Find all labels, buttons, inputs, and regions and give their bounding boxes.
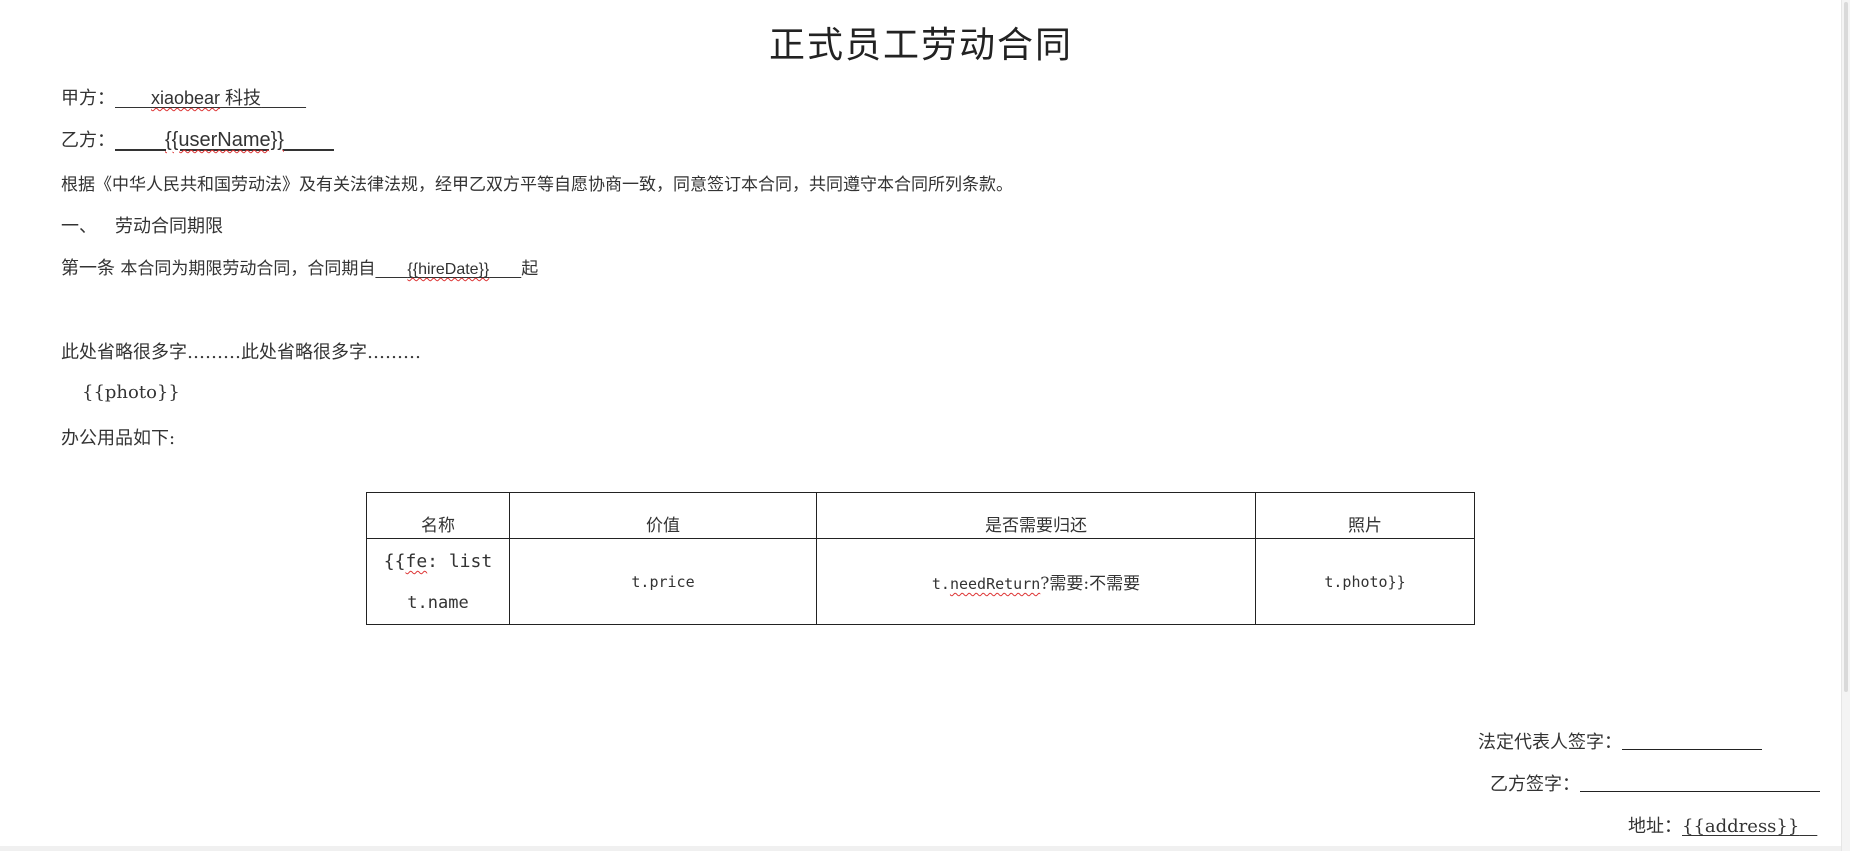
party-a-name: xiaobear — [151, 88, 221, 108]
legal-rep-signature: 法定代表人签字： — [1478, 728, 1762, 754]
address-field: {{address}} — [1682, 816, 1817, 837]
document-page: 正式员工劳动合同 甲方： xiaobear 科技 乙方： {{userName}… — [0, 0, 1842, 846]
party-b-var: {{userName}} — [165, 129, 284, 151]
legal-rep-blank — [1622, 731, 1762, 750]
hire-date-field: {{hireDate}} — [375, 261, 521, 278]
cell-name-line1: {{fe: list — [383, 551, 493, 572]
party-a-name-suffix: 科技 — [220, 88, 262, 108]
cell-need-return: t.needReturn?需要:不需要 — [816, 538, 1256, 625]
party-a-line: 甲方： xiaobear 科技 — [61, 84, 306, 110]
article-1-suffix: 起 — [521, 259, 539, 279]
party-b-signature: 乙方签字： — [1490, 770, 1820, 796]
header-name: 名称 — [366, 492, 510, 539]
cell-name-line2: t.name — [407, 593, 469, 613]
party-b-value: {{userName}} — [115, 129, 334, 151]
document-title: 正式员工劳动合同 — [768, 25, 1073, 66]
omitted-text: 此处省略很多字………此处省略很多字……… — [61, 342, 421, 363]
header-need-return: 是否需要归还 — [816, 492, 1256, 539]
address-line: 地址：{{address}} — [1628, 812, 1817, 838]
header-price: 价值 — [509, 492, 817, 539]
party-b-line: 乙方： {{userName}} — [61, 126, 334, 152]
legal-rep-label: 法定代表人签字： — [1478, 732, 1622, 753]
supplies-table: 名称 价值 是否需要归还 照片 {{fe: list t.name t.pric… — [366, 492, 1475, 625]
section-heading: 一、 劳动合同期限 — [61, 212, 223, 238]
party-b-sign-label: 乙方签字： — [1490, 774, 1580, 795]
page-bottom-edge — [0, 846, 1842, 851]
photo-placeholder: {{photo}} — [82, 382, 180, 403]
scrollbar-thumb[interactable] — [1844, 2, 1848, 692]
section-number: 一、 — [61, 216, 97, 237]
party-a-label: 甲方： — [61, 88, 115, 109]
vertical-scrollbar[interactable] — [1841, 0, 1850, 851]
article-1-text: 本合同为期限劳动合同，合同期自 — [115, 259, 376, 279]
cell-photo: t.photo}} — [1255, 538, 1475, 625]
supplies-intro: 办公用品如下: — [61, 428, 176, 449]
cell-name: {{fe: list t.name — [366, 538, 510, 625]
cell-price: t.price — [509, 538, 817, 625]
article-1-label: 第一条 — [61, 258, 115, 279]
address-label: 地址： — [1628, 816, 1682, 837]
preamble: 根据《中华人民共和国劳动法》及有关法律法规，经甲乙双方平等自愿协商一致，同意签订… — [61, 175, 1013, 195]
party-a-value: xiaobear 科技 — [115, 88, 306, 108]
party-b-label: 乙方： — [61, 130, 115, 151]
header-photo: 照片 — [1255, 492, 1475, 539]
hire-date-var: {{hireDate}} — [407, 261, 490, 278]
address-var: {{address}} — [1682, 816, 1800, 837]
table-row: {{fe: list t.name t.price t.needReturn?需… — [366, 538, 1475, 625]
article-1: 第一条 本合同为期限劳动合同，合同期自 {{hireDate}} 起 — [61, 254, 538, 280]
party-b-sign-blank — [1580, 773, 1820, 792]
table-header-row: 名称 价值 是否需要归还 照片 — [366, 492, 1475, 539]
section-title: 劳动合同期限 — [115, 216, 223, 237]
